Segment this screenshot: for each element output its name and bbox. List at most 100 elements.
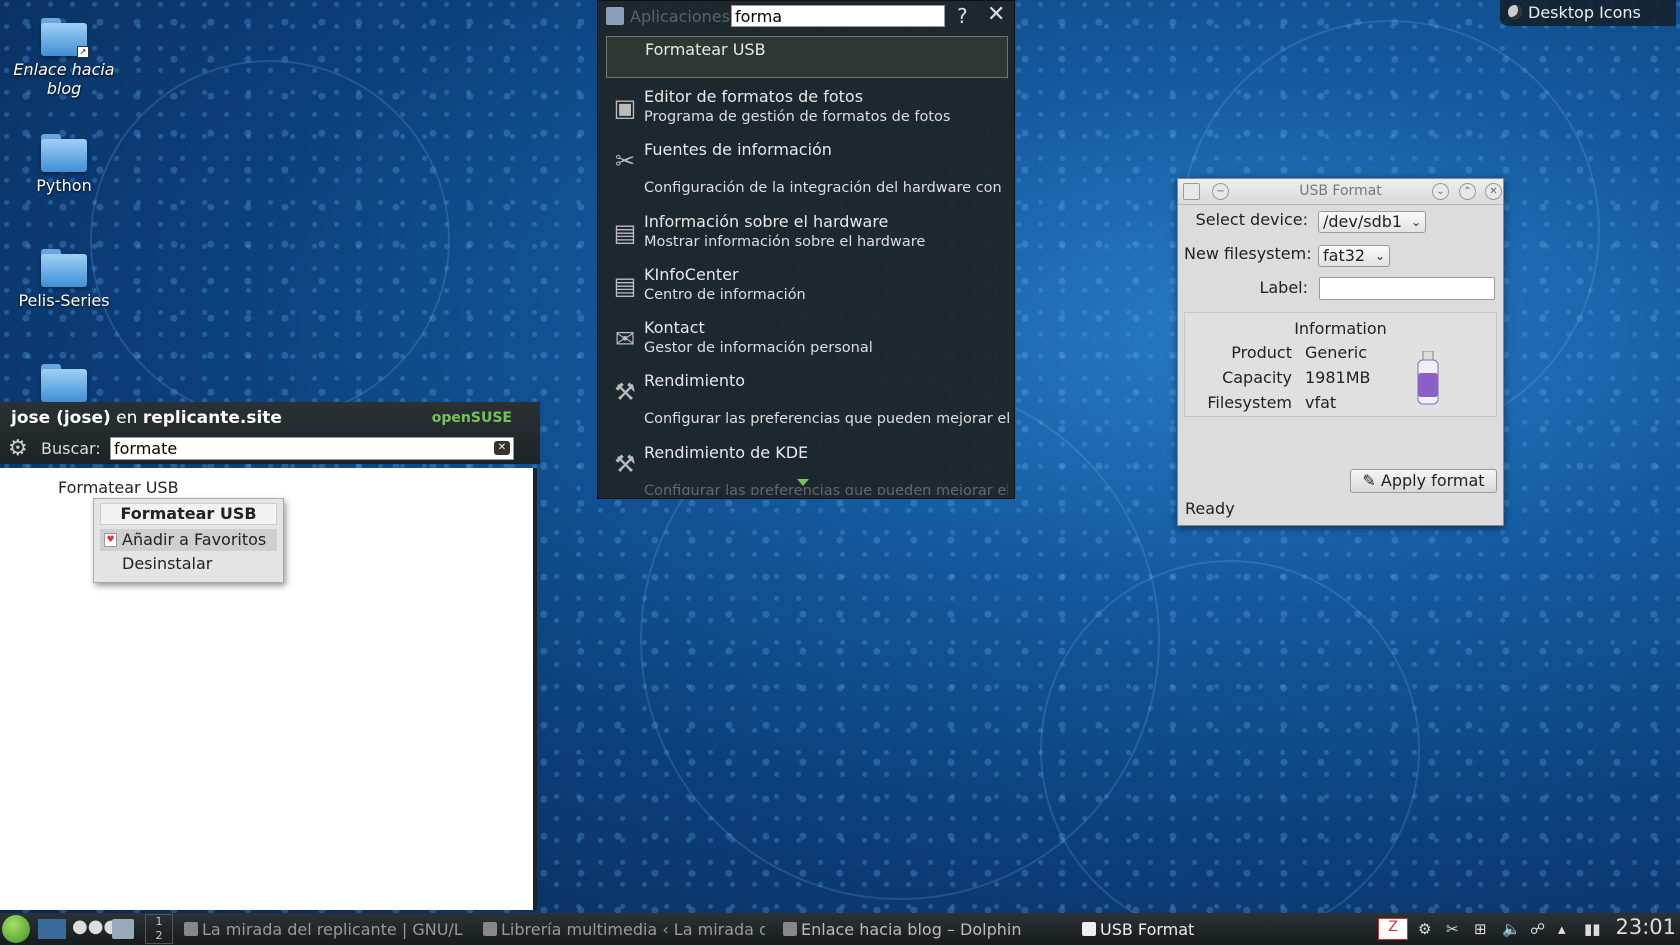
result-title: Información sobre el hardware — [644, 212, 889, 231]
desktop-icon-folder[interactable] — [4, 364, 124, 406]
clear-search-icon[interactable]: ✕ — [494, 441, 510, 455]
runner-result[interactable]: Formatear USB — [606, 36, 1008, 78]
result-title: Fuentes de información — [644, 140, 832, 159]
input-method-icon[interactable]: Z — [1378, 918, 1408, 940]
volume-icon[interactable]: 🔈 — [1502, 920, 1521, 938]
runner-result[interactable]: ✂ Fuentes de información Configuración d… — [606, 140, 1008, 200]
browser-icon — [483, 922, 497, 936]
kickoff-header: jose (jose) en replicante.site openSUSE … — [0, 402, 540, 464]
usb-drive-icon — [1417, 351, 1439, 405]
information-group: Information Product Generic Capacity 198… — [1184, 312, 1497, 417]
volume-label-input[interactable] — [1319, 277, 1495, 300]
taskbar: ●●● 1 2 La mirada del replicante | GNU/L… — [0, 913, 1680, 945]
wallpaper-swirl — [1040, 560, 1420, 940]
product-label: Product — [1231, 343, 1292, 362]
task-label: USB Format — [1100, 920, 1195, 939]
user-host-sep: en — [110, 408, 143, 428]
result-subtitle: Configurar las preferencias que pueden m… — [644, 483, 1008, 495]
kickoff-search-input[interactable]: formate ✕ — [110, 437, 514, 460]
task-item[interactable]: Enlace hacia blog – Dolphin — [783, 920, 1023, 939]
maximize-icon[interactable]: ⌃ — [1459, 183, 1476, 200]
runner-result[interactable]: ▤ Información sobre el hardware Mostrar … — [606, 212, 1008, 258]
device-notifier-icon[interactable]: ⊞ — [1474, 920, 1487, 938]
wifi-icon[interactable]: ☍ — [1530, 920, 1545, 938]
network-icon[interactable]: ⚙ — [1418, 920, 1431, 938]
krunner-window: Aplicaciones ? ✕ Formatear USB ▣ Editor … — [597, 0, 1015, 499]
menu-item-uninstall[interactable]: Desinstalar — [100, 553, 277, 575]
runner-result[interactable]: ▣ Editor de formatos de fotos Programa d… — [606, 87, 1008, 133]
task-item[interactable]: USB Format — [1082, 920, 1222, 939]
tools-icon: ✂ — [614, 147, 636, 175]
search-label: Buscar: — [41, 439, 101, 458]
dolphin-icon — [783, 922, 797, 936]
window-title: USB Format — [1299, 183, 1382, 199]
pager-desktop-2[interactable]: 2 — [146, 929, 172, 943]
minimize-icon[interactable]: ⌄ — [1432, 183, 1449, 200]
more-icon[interactable]: ●●● — [72, 916, 119, 937]
clock[interactable]: 23:01 — [1615, 915, 1676, 939]
kinfocenter-icon: ▤ — [613, 272, 637, 300]
opensuse-logo: openSUSE — [431, 410, 512, 426]
runner-search-input[interactable] — [731, 5, 945, 27]
link-badge-icon: ↗ — [77, 46, 89, 58]
apply-format-button[interactable]: ✎ Apply format — [1350, 469, 1497, 493]
device-value: /dev/sdb1 — [1323, 212, 1403, 231]
battery-icon[interactable]: ▮▮ — [1584, 920, 1601, 938]
runner-result[interactable]: ⚒ Rendimiento de KDE Configurar las pref… — [606, 443, 1008, 495]
capacity-label: Capacity — [1222, 368, 1292, 387]
capacity-value: 1981MB — [1305, 368, 1371, 387]
folder-icon — [41, 364, 87, 402]
task-item[interactable]: La mirada del replicante | GNU/Lin — [184, 920, 464, 939]
result-title: Editor de formatos de fotos — [644, 87, 864, 106]
result-title: Kontact — [644, 318, 705, 337]
result-title: KInfoCenter — [644, 265, 739, 284]
result-subtitle: Programa de gestión de formatos de fotos — [644, 109, 951, 125]
scroll-down-icon[interactable] — [797, 479, 809, 486]
close-icon[interactable]: ✕ — [1485, 183, 1502, 200]
user-name: jose (jose) — [11, 408, 111, 428]
task-label: Enlace hacia blog – Dolphin — [801, 920, 1022, 939]
filesystem-select[interactable]: fat32 ⌄ — [1318, 245, 1390, 267]
result-title: Rendimiento — [644, 371, 746, 390]
search-gear-icon: ⚙ — [8, 436, 28, 461]
result-subtitle: Configuración de la integración del hard… — [644, 180, 1002, 196]
tray-expand-icon[interactable]: ▴ — [1558, 920, 1566, 938]
desktop-icon-blog-link[interactable]: ↗ Enlace hacia blog — [4, 18, 124, 98]
device-select[interactable]: /dev/sdb1 ⌄ — [1318, 211, 1426, 233]
task-item[interactable]: Librería multimedia ‹ La mirada de — [483, 920, 765, 939]
menu-item-add-favorites[interactable]: ♥ Añadir a Favoritos — [100, 529, 277, 551]
user-host-label: jose (jose) en replicante.site — [11, 408, 282, 428]
file-manager-icon[interactable] — [112, 919, 134, 939]
hardware-icon: ▤ — [613, 219, 637, 247]
desktop-toolbox-button[interactable]: Desktop Icons — [1500, 0, 1676, 26]
runner-result[interactable]: ▤ KInfoCenter Centro de información — [606, 265, 1008, 311]
window-titlebar[interactable]: − USB Format ⌄ ⌃ ✕ — [1178, 179, 1503, 205]
usb-format-window: − USB Format ⌄ ⌃ ✕ Select device: /dev/s… — [1177, 178, 1504, 526]
filesystem-label: New filesystem: — [1184, 244, 1312, 263]
desktop-icon-label: Python — [36, 176, 92, 195]
tools-icon[interactable]: ✂ — [1446, 920, 1459, 938]
apply-format-label: Apply format — [1380, 471, 1485, 490]
virtual-desktop-pager[interactable]: 1 2 — [145, 914, 173, 944]
help-icon[interactable]: ? — [957, 4, 968, 28]
menu-item-label: Añadir a Favoritos — [122, 530, 267, 549]
result-subtitle: Centro de información — [644, 287, 806, 303]
browser-icon — [184, 922, 198, 936]
context-menu-title: Formatear USB — [100, 503, 277, 525]
folder-icon — [41, 249, 87, 287]
show-desktop-icon[interactable] — [38, 919, 66, 939]
usb-format-icon — [1082, 922, 1096, 936]
desktop-icon-pelis-series[interactable]: Pelis-Series — [4, 249, 124, 310]
context-menu: Formatear USB ♥ Añadir a Favoritos Desin… — [93, 498, 284, 583]
chevron-down-icon: ⌄ — [1410, 215, 1421, 229]
list-item[interactable]: Formatear USB — [58, 478, 179, 497]
photo-editor-icon: ▣ — [613, 94, 637, 122]
desktop-icon-python[interactable]: Python — [4, 134, 124, 195]
applications-icon — [606, 7, 624, 25]
runner-result[interactable]: ✉ Kontact Gestor de información personal — [606, 318, 1008, 364]
host-name: replicante.site — [142, 408, 282, 428]
runner-result[interactable]: ⚒ Rendimiento Configurar las preferencia… — [606, 371, 1010, 431]
close-icon[interactable]: ✕ — [987, 2, 1005, 27]
pager-desktop-1[interactable]: 1 — [146, 915, 172, 929]
application-launcher-button[interactable] — [2, 915, 30, 943]
